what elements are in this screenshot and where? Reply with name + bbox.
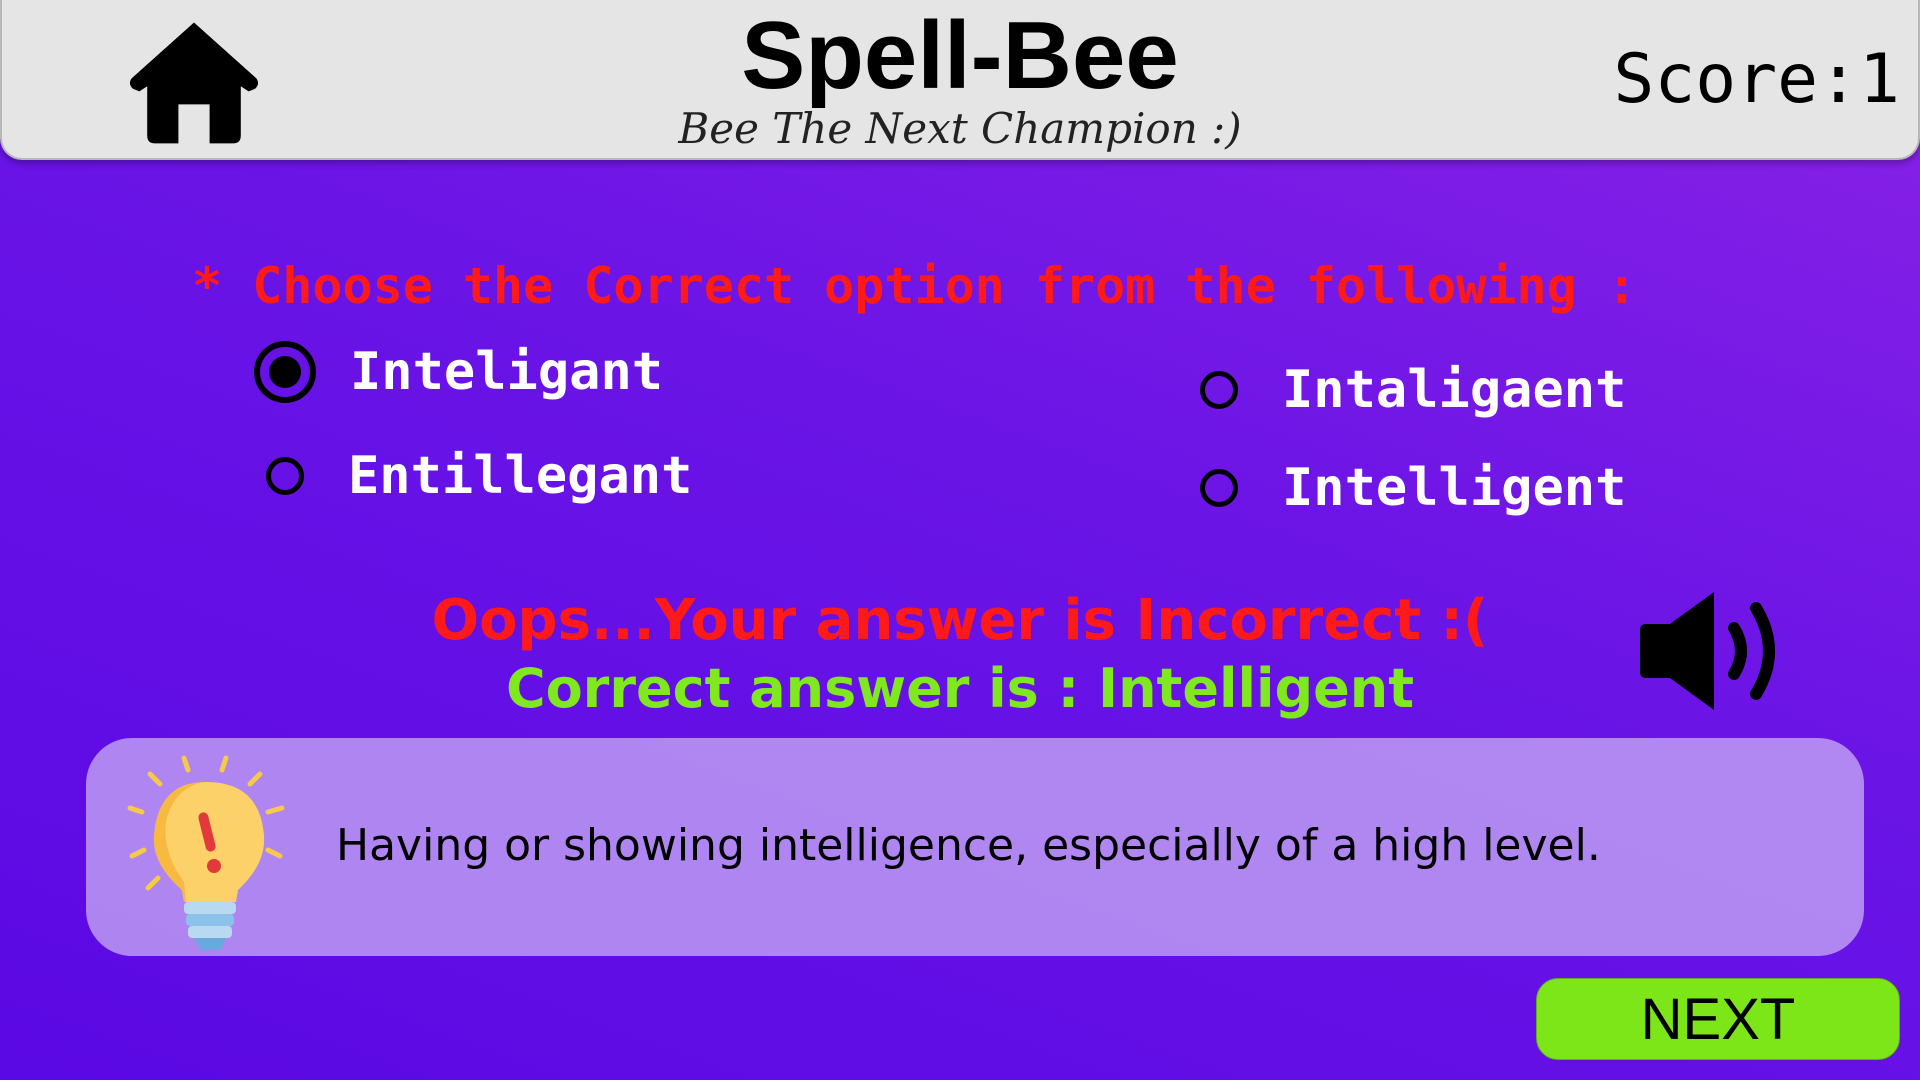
radio-unselected[interactable] bbox=[266, 457, 304, 495]
next-button[interactable]: NEXT bbox=[1536, 978, 1900, 1060]
pronounce-button[interactable] bbox=[1636, 586, 1800, 716]
option-intaligaent[interactable]: Intaligaent bbox=[1200, 358, 1626, 422]
option-inteligant[interactable]: Inteligant bbox=[254, 340, 663, 404]
question-prompt: * Choose the Correct option from the fol… bbox=[192, 257, 1637, 315]
speaker-icon bbox=[1640, 592, 1775, 710]
lightbulb-icon bbox=[127, 755, 285, 950]
radio-unselected[interactable] bbox=[1200, 469, 1238, 507]
option-intelligent[interactable]: Intelligent bbox=[1200, 456, 1626, 520]
radio-unselected[interactable] bbox=[1200, 371, 1238, 409]
radio-selected[interactable] bbox=[254, 341, 316, 403]
option-label: Entillegant bbox=[348, 446, 693, 506]
score-display: Score:1 bbox=[1613, 40, 1900, 119]
option-entillegant[interactable]: Entillegant bbox=[266, 444, 692, 508]
incorrect-message: Oops...Your answer is Incorrect :( bbox=[431, 588, 1489, 653]
option-label: Intelligent bbox=[1282, 458, 1627, 518]
option-label: Inteligant bbox=[350, 342, 664, 402]
word-definition: Having or showing intelligence, especial… bbox=[336, 820, 1601, 871]
option-label: Intaligaent bbox=[1282, 360, 1627, 420]
app-header: Spell-Bee Bee The Next Champion :) Score… bbox=[0, 0, 1920, 160]
correct-answer-message: Correct answer is : Intelligent bbox=[505, 657, 1415, 720]
definition-card: Having or showing intelligence, especial… bbox=[86, 738, 1864, 956]
